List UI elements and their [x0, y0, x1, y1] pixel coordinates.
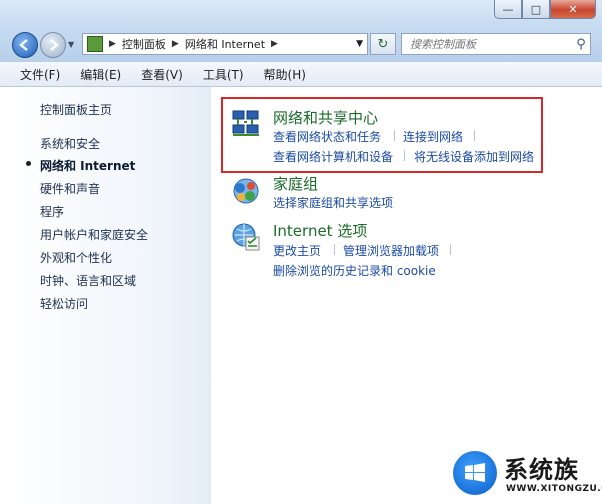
link-separator: [450, 244, 451, 255]
chevron-right-icon[interactable]: ▶: [271, 39, 278, 49]
active-bullet-icon: [26, 161, 31, 166]
menu-help[interactable]: 帮助(H): [264, 66, 306, 83]
delete-browsing-history-link[interactable]: 删除浏览的历史记录和 cookie: [273, 262, 436, 279]
manage-addons-link[interactable]: 管理浏览器加载项: [343, 242, 439, 259]
left-nav-user-accounts[interactable]: 用户帐户和家庭安全: [40, 226, 148, 243]
arrow-left-icon: [19, 39, 28, 51]
window-controls: — □ ✕: [494, 0, 596, 19]
left-nav-programs[interactable]: 程序: [40, 203, 64, 220]
watermark: 系统族 WWW.XITONGZU.COM: [450, 446, 602, 504]
back-button[interactable]: [12, 32, 38, 58]
chevron-right-icon[interactable]: ▶: [109, 39, 116, 49]
left-nav-appearance[interactable]: 外观和个性化: [40, 249, 112, 266]
chevron-right-icon[interactable]: ▶: [172, 39, 179, 49]
menu-tools[interactable]: 工具(T): [203, 66, 244, 83]
refresh-button[interactable]: ↻: [370, 33, 396, 55]
breadcrumb-control-panel[interactable]: 控制面板: [122, 36, 166, 52]
left-nav-network-internet[interactable]: 网络和 Internet: [40, 157, 135, 174]
recent-pages-dropdown[interactable]: ▼: [68, 40, 74, 49]
homegroup-title[interactable]: 家庭组: [273, 173, 318, 194]
search-icon[interactable]: ⚲: [572, 37, 590, 52]
left-nav-ease-of-access[interactable]: 轻松访问: [40, 295, 88, 312]
refresh-icon: ↻: [377, 36, 389, 52]
search-box[interactable]: ⚲: [401, 33, 591, 55]
address-bar[interactable]: ▶ 控制面板 ▶ 网络和 Internet ▶ ▼: [82, 33, 368, 55]
breadcrumb-network-internet[interactable]: 网络和 Internet: [185, 36, 265, 52]
watermark-url: WWW.XITONGZU.COM: [506, 484, 602, 494]
control-panel-icon: [87, 36, 103, 52]
left-nav-home[interactable]: 控制面板主页: [40, 101, 112, 118]
menu-bar: 文件(F) 编辑(E) 查看(V) 工具(T) 帮助(H): [0, 62, 602, 87]
search-input[interactable]: [408, 36, 572, 52]
internet-options-icon[interactable]: [231, 222, 261, 252]
arrow-right-icon: [50, 39, 59, 51]
highlight-box: [221, 97, 543, 173]
menu-file[interactable]: 文件(F): [20, 66, 60, 83]
left-nav-system-security[interactable]: 系统和安全: [40, 135, 100, 152]
maximize-button[interactable]: □: [522, 0, 550, 19]
left-nav-hardware-sound[interactable]: 硬件和声音: [40, 180, 100, 197]
forward-button[interactable]: [40, 32, 66, 58]
left-nav-clock-language[interactable]: 时钟、语言和区域: [40, 272, 136, 289]
close-button[interactable]: ✕: [550, 0, 596, 19]
menu-edit[interactable]: 编辑(E): [80, 66, 121, 83]
link-separator: [334, 244, 335, 255]
homegroup-options-link[interactable]: 选择家庭组和共享选项: [273, 194, 393, 211]
left-nav-pane: [0, 87, 211, 504]
address-dropdown-icon[interactable]: ▼: [356, 39, 363, 49]
homegroup-icon[interactable]: [231, 176, 261, 206]
internet-options-title[interactable]: Internet 选项: [273, 220, 367, 241]
windows-flag-icon: [465, 463, 485, 482]
menu-view[interactable]: 查看(V): [141, 66, 183, 83]
watermark-brand: 系统族: [504, 456, 579, 484]
change-homepage-link[interactable]: 更改主页: [273, 242, 321, 259]
minimize-button[interactable]: —: [494, 0, 522, 19]
